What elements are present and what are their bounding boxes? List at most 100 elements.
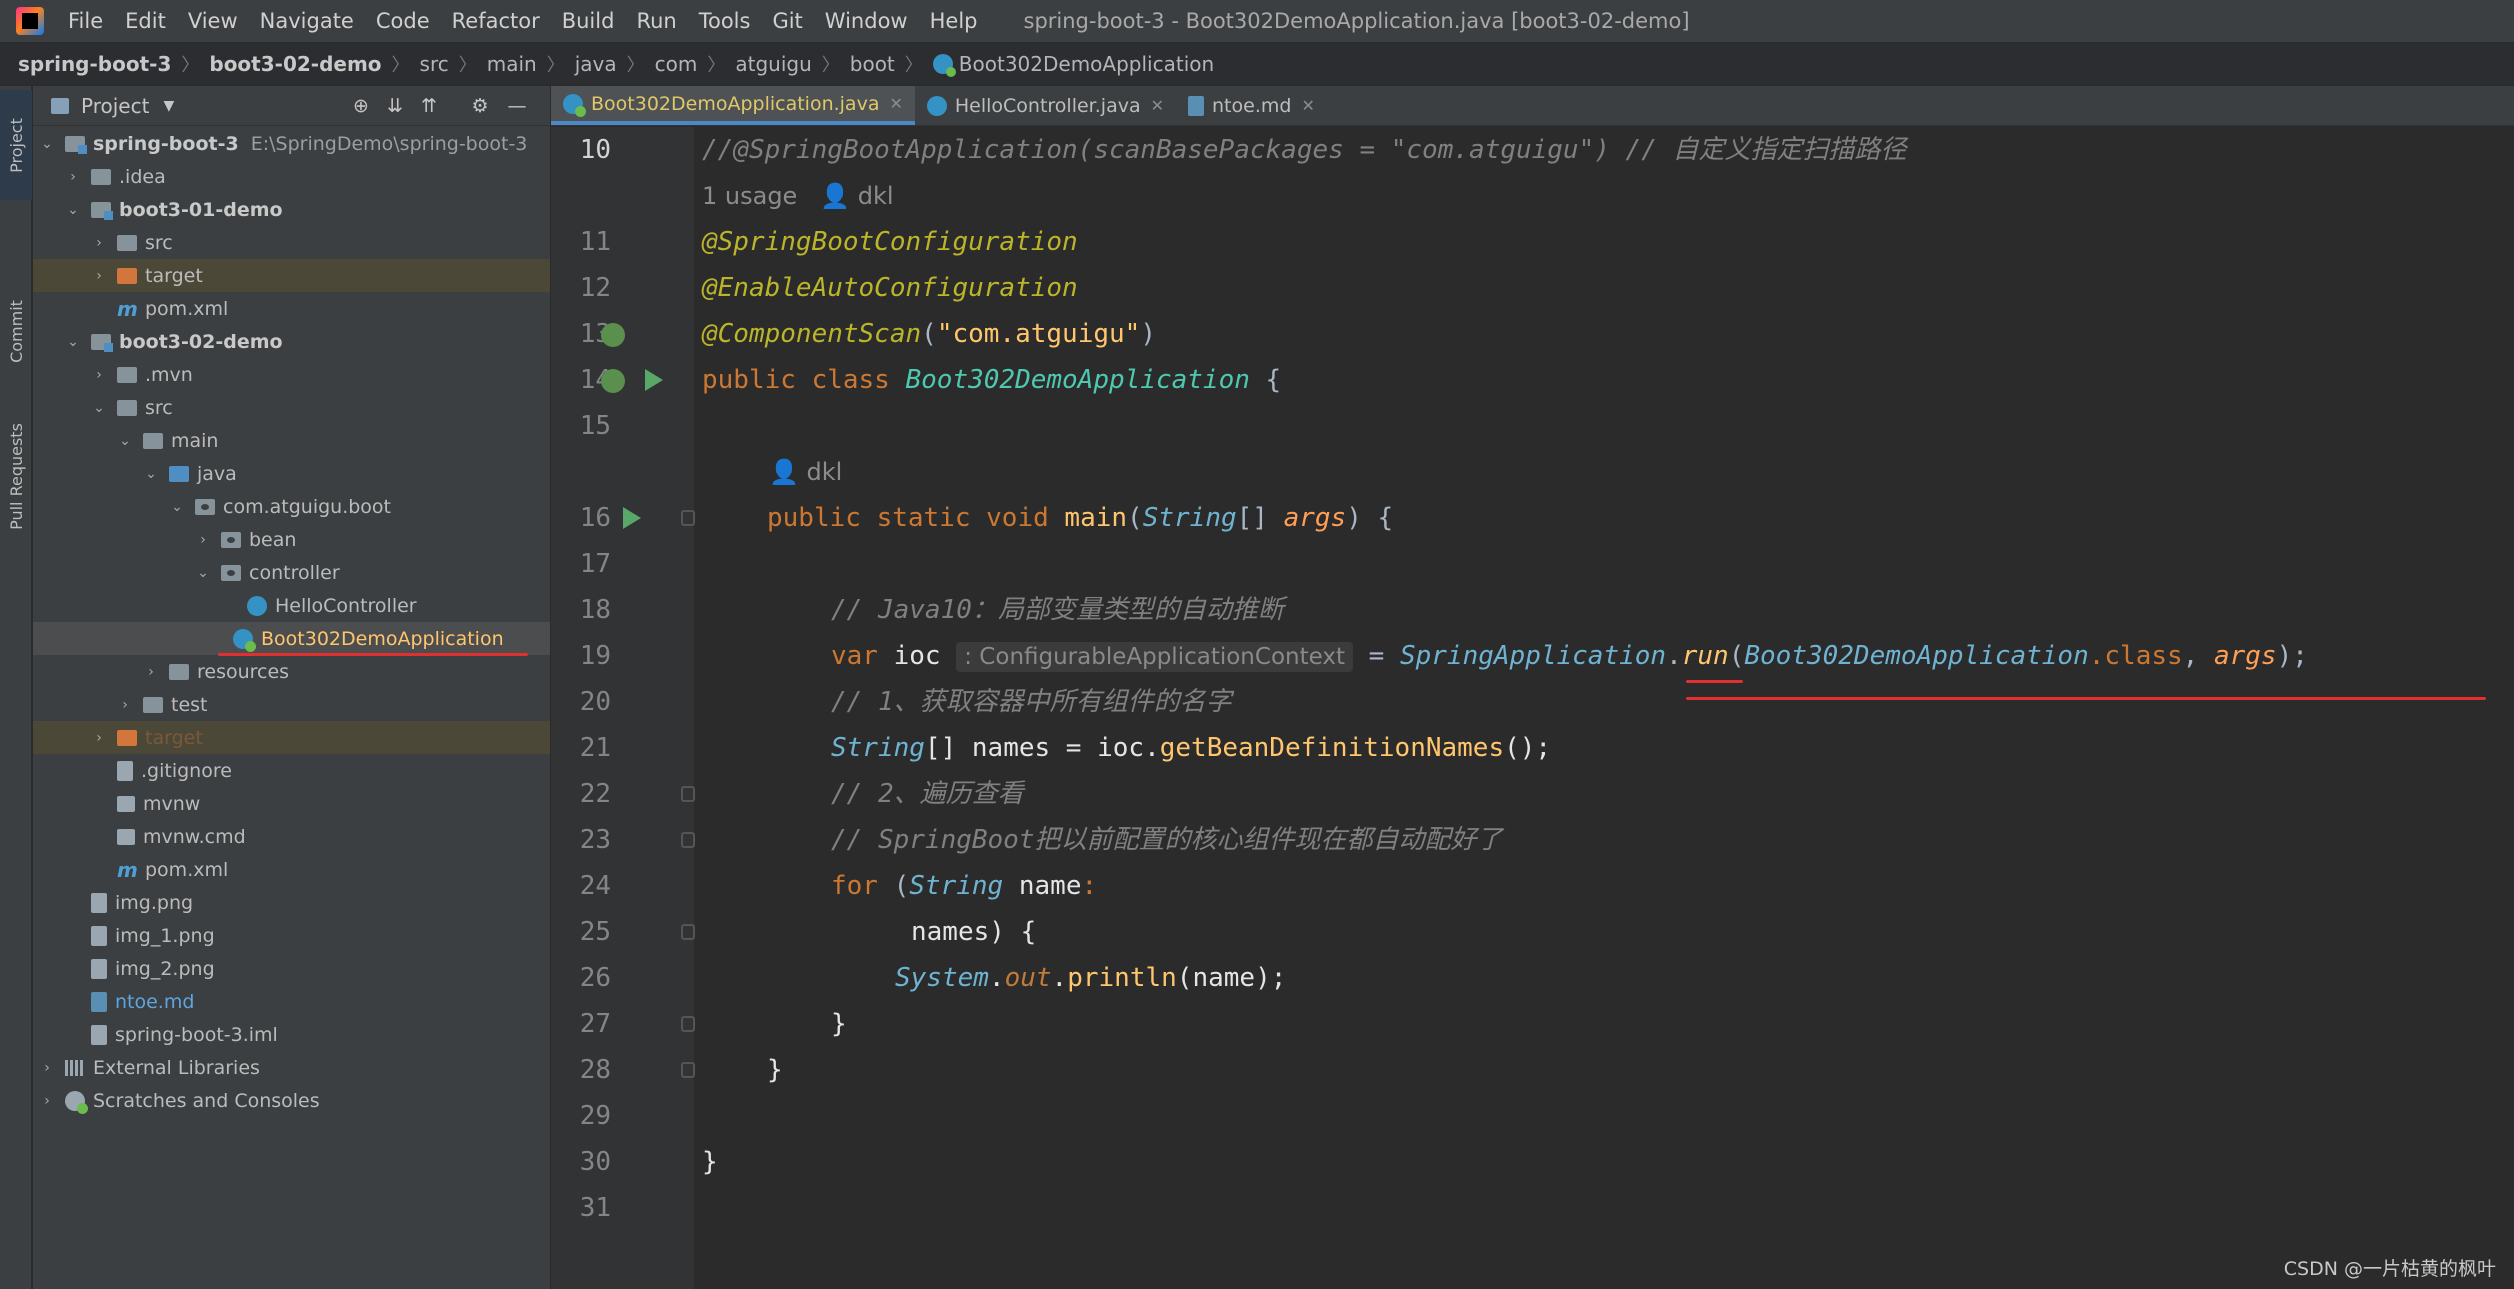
- tree-item[interactable]: › src: [33, 226, 550, 259]
- chevron-down-icon[interactable]: ⌄: [169, 499, 185, 515]
- chevron-right-icon[interactable]: ›: [39, 1093, 55, 1109]
- code-line[interactable]: 11 @SpringBootConfiguration: [551, 219, 2514, 265]
- breadcrumb-item[interactable]: main: [487, 52, 537, 76]
- tab-boot302demoapplication[interactable]: Boot302DemoApplication.java ✕: [551, 86, 915, 125]
- tree-item[interactable]: › .mvn: [33, 358, 550, 391]
- chevron-right-icon[interactable]: ›: [91, 235, 107, 251]
- breadcrumb-item[interactable]: boot3-02-demo: [209, 52, 381, 76]
- tree-item[interactable]: ntoe.md: [33, 985, 550, 1018]
- tool-tab-project[interactable]: Project: [0, 90, 32, 200]
- chevron-down-icon[interactable]: ⌄: [39, 136, 55, 152]
- tree-item[interactable]: ⌄ spring-boot-3 E:\SpringDemo\spring-boot-…: [33, 127, 550, 160]
- menu-build[interactable]: Build: [562, 9, 615, 33]
- code-line[interactable]: 23 // SpringBoot把以前配置的核心组件现在都自动配好了: [551, 817, 2514, 863]
- tree-item[interactable]: img_1.png: [33, 919, 550, 952]
- fold-icon[interactable]: [681, 510, 695, 526]
- chevron-down-icon[interactable]: ⌄: [65, 334, 81, 350]
- tree-item[interactable]: › test: [33, 688, 550, 721]
- menu-view[interactable]: View: [188, 9, 238, 33]
- gear-icon[interactable]: ⚙: [470, 96, 490, 116]
- chevron-right-icon[interactable]: ›: [39, 1060, 55, 1076]
- tab-ntoe-md[interactable]: ntoe.md ✕: [1176, 86, 1327, 125]
- chevron-right-icon[interactable]: ›: [91, 730, 107, 746]
- code-line[interactable]: 17: [551, 541, 2514, 587]
- tree-item[interactable]: img.png: [33, 886, 550, 919]
- hide-panel-icon[interactable]: —: [507, 96, 527, 116]
- code-editor[interactable]: 10 //@SpringBootApplication(scanBasePacka…: [551, 127, 2514, 1289]
- code-line[interactable]: 20 // 1、获取容器中所有组件的名字: [551, 679, 2514, 725]
- tree-item[interactable]: ⌄ main: [33, 424, 550, 457]
- tool-tab-commit[interactable]: Commit: [0, 276, 32, 386]
- run-icon[interactable]: [645, 369, 663, 391]
- chevron-right-icon[interactable]: ›: [195, 532, 211, 548]
- code-line[interactable]: 27}: [551, 1001, 2514, 1047]
- menu-code[interactable]: Code: [376, 9, 430, 33]
- tool-tab-pull-requests[interactable]: Pull Requests: [0, 406, 32, 546]
- breadcrumb-item[interactable]: Boot302DemoApplication: [959, 52, 1214, 76]
- code-line[interactable]: 18 // Java10：局部变量类型的自动推断: [551, 587, 2514, 633]
- menu-git[interactable]: Git: [772, 9, 802, 33]
- tree-item-selected[interactable]: Boot302DemoApplication: [33, 622, 550, 655]
- dropdown-arrow-icon[interactable]: ▼: [163, 98, 174, 114]
- tree-item[interactable]: › target: [33, 721, 550, 754]
- menu-file[interactable]: File: [68, 9, 103, 33]
- code-line[interactable]: 12 @EnableAutoConfiguration: [551, 265, 2514, 311]
- expand-all-icon[interactable]: ⇊: [385, 96, 405, 116]
- chevron-right-icon[interactable]: ›: [91, 268, 107, 284]
- code-line[interactable]: 15: [551, 403, 2514, 449]
- tree-item[interactable]: ⌄ boot3-01-demo: [33, 193, 550, 226]
- tab-hellocontroller[interactable]: HelloController.java ✕: [915, 86, 1176, 125]
- code-line[interactable]: 10 //@SpringBootApplication(scanBasePacka…: [551, 127, 2514, 173]
- chevron-right-icon[interactable]: ›: [91, 367, 107, 383]
- code-line[interactable]: 21 String[] names = ioc.getBeanDefinition…: [551, 725, 2514, 771]
- tree-item[interactable]: ⌄ java: [33, 457, 550, 490]
- fold-icon[interactable]: [681, 924, 695, 940]
- locate-file-icon[interactable]: ⊕: [351, 96, 371, 116]
- run-icon[interactable]: [623, 507, 641, 529]
- breadcrumb-item[interactable]: java: [575, 52, 617, 76]
- code-line[interactable]: 28}: [551, 1047, 2514, 1093]
- breadcrumb-item[interactable]: com: [655, 52, 698, 76]
- breadcrumb-item[interactable]: spring-boot-3: [18, 52, 171, 76]
- menu-refactor[interactable]: Refactor: [452, 9, 540, 33]
- spring-bean-gutter-icon[interactable]: [601, 323, 625, 347]
- menu-edit[interactable]: Edit: [125, 9, 166, 33]
- spring-bean-gutter-icon[interactable]: [601, 369, 625, 393]
- author-hint[interactable]: 👤 dkl: [769, 449, 842, 495]
- tree-item[interactable]: ⌄ com.atguigu.boot: [33, 490, 550, 523]
- close-icon[interactable]: ✕: [1301, 96, 1314, 115]
- fold-icon[interactable]: [681, 1016, 695, 1032]
- tree-item[interactable]: › target: [33, 259, 550, 292]
- chevron-down-icon[interactable]: ⌄: [195, 565, 211, 581]
- chevron-down-icon[interactable]: ⌄: [117, 433, 133, 449]
- close-icon[interactable]: ✕: [1151, 96, 1164, 115]
- code-line[interactable]: 19 var ioc : ConfigurableApplicationConte…: [551, 633, 2514, 679]
- tree-item[interactable]: ⌄ src: [33, 391, 550, 424]
- tree-item[interactable]: mvnw: [33, 787, 550, 820]
- menu-tools[interactable]: Tools: [699, 9, 751, 33]
- menu-run[interactable]: Run: [636, 9, 676, 33]
- tree-item[interactable]: › bean: [33, 523, 550, 556]
- tree-item[interactable]: HelloController: [33, 589, 550, 622]
- code-line[interactable]: 26 System.out.println(name);: [551, 955, 2514, 1001]
- menu-window[interactable]: Window: [825, 9, 908, 33]
- menu-help[interactable]: Help: [930, 9, 978, 33]
- tree-item[interactable]: img_2.png: [33, 952, 550, 985]
- tree-item[interactable]: ⌄ controller: [33, 556, 550, 589]
- breadcrumb-item[interactable]: boot: [850, 52, 895, 76]
- tree-item[interactable]: › External Libraries: [33, 1051, 550, 1084]
- chevron-down-icon[interactable]: ⌄: [143, 466, 159, 482]
- collapse-all-icon[interactable]: ⇈: [419, 96, 439, 116]
- tree-item[interactable]: › .idea: [33, 160, 550, 193]
- menu-navigate[interactable]: Navigate: [260, 9, 354, 33]
- code-line[interactable]: 30}: [551, 1139, 2514, 1185]
- tree-item[interactable]: › resources: [33, 655, 550, 688]
- chevron-right-icon[interactable]: ›: [117, 697, 133, 713]
- code-line[interactable]: 25 names) {: [551, 909, 2514, 955]
- fold-icon[interactable]: [681, 1062, 695, 1078]
- tree-item[interactable]: m pom.xml: [33, 292, 550, 325]
- chevron-down-icon[interactable]: ⌄: [91, 400, 107, 416]
- code-line[interactable]: 31: [551, 1185, 2514, 1231]
- breadcrumb-item[interactable]: src: [420, 52, 449, 76]
- code-line[interactable]: 22 // 2、遍历查看: [551, 771, 2514, 817]
